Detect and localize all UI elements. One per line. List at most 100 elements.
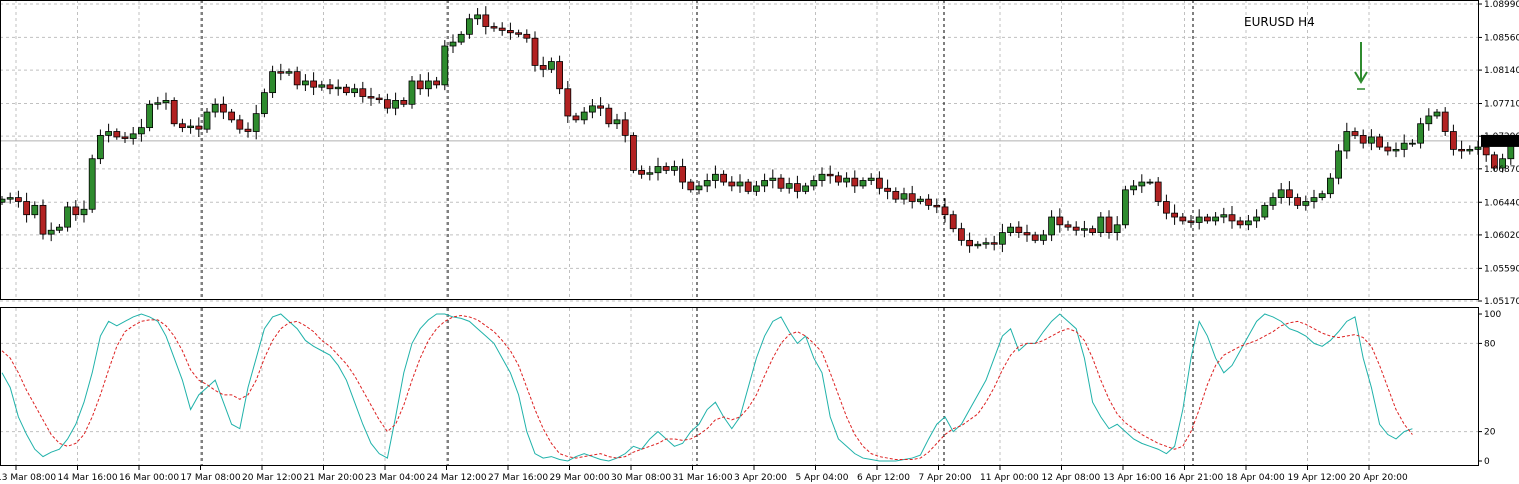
candle-body (1195, 216, 1203, 223)
candle-body (162, 100, 170, 104)
candle-body (154, 102, 162, 105)
candle-body (835, 175, 842, 183)
candle-body (47, 229, 55, 235)
y-axis-ticks: 1.089901.085601.081401.077101.072901.068… (1478, 0, 1519, 467)
candle-body (1433, 111, 1441, 117)
candle-body (785, 183, 793, 189)
candle-body (1441, 111, 1449, 132)
candle-body (178, 123, 186, 129)
candle-body (433, 80, 441, 86)
candle-body (1187, 220, 1195, 223)
candle-body (187, 125, 195, 129)
candle-body (1179, 216, 1187, 222)
candle-body (826, 173, 834, 177)
candle-body (219, 103, 227, 113)
candle-body (687, 181, 695, 191)
candle-body (859, 180, 867, 187)
x-tick-label: 6 Apr 12:00 (857, 473, 910, 483)
candle-body (506, 30, 514, 34)
candle-body (408, 80, 416, 105)
candle-body (23, 201, 31, 216)
price-y-tick-label: 1.06020 (1484, 231, 1519, 241)
x-tick-label: 21 Mar 20:00 (304, 473, 364, 483)
candle-body (1450, 131, 1457, 150)
candle-body (318, 84, 326, 88)
candle-body (1482, 146, 1490, 156)
candle-body (1269, 197, 1277, 206)
price-y-tick-label: 1.06870 (1484, 165, 1519, 175)
stoch-y-tick-label: 0 (1484, 457, 1490, 467)
candle-body (1286, 189, 1293, 198)
candle-body (137, 127, 145, 135)
candle-body (1048, 216, 1055, 236)
current-price-value: 1.07229 (1483, 137, 1519, 147)
candle-body (1261, 204, 1269, 218)
candle-body (1310, 197, 1318, 202)
price-y-tick-label: 1.08990 (1484, 0, 1519, 10)
candle-body (1376, 136, 1383, 148)
candle-body (392, 100, 400, 109)
candle-body (597, 105, 604, 109)
candle-body (933, 204, 941, 208)
candle-body (105, 131, 112, 136)
candle-body (966, 239, 973, 247)
candle-body (416, 80, 424, 90)
candle-body (1245, 220, 1252, 226)
candle-body (646, 172, 654, 175)
candle-body (1302, 201, 1310, 206)
candle-body (244, 128, 252, 132)
candle-body (1220, 214, 1228, 218)
candle-body (999, 232, 1006, 245)
x-tick-label: 29 Mar 00:00 (550, 473, 610, 483)
candle-body (1089, 228, 1096, 233)
candle-body (482, 14, 490, 27)
candle-body (1253, 216, 1260, 222)
candle-body (753, 185, 760, 192)
candle-body (892, 190, 900, 200)
candle-body (876, 177, 883, 189)
stoch-y-tick-label: 80 (1484, 339, 1496, 349)
candle-body (72, 206, 80, 216)
candle-body (326, 84, 334, 90)
x-tick-label: 27 Mar 16:00 (488, 473, 548, 483)
stoch-y-tick-label: 20 (1484, 428, 1496, 438)
candle-body (1425, 115, 1433, 125)
candle-body (1056, 216, 1064, 226)
candle-body (310, 80, 318, 88)
price-y-tick-label: 1.05590 (1484, 264, 1519, 274)
candle-body (654, 166, 662, 174)
x-tick-label: 5 Apr 04:00 (796, 473, 849, 483)
candle-body (400, 100, 408, 105)
price-y-tick-label: 1.08560 (1484, 33, 1519, 43)
x-tick-label: 7 Apr 20:00 (919, 473, 972, 483)
chart-canvas[interactable]: 1.089901.085601.081401.077101.072901.068… (0, 0, 1519, 484)
candle-body (252, 113, 260, 132)
x-tick-label: 17 Mar 08:00 (181, 473, 241, 483)
candle-body (490, 26, 498, 29)
stochastic-series (1, 313, 1413, 462)
candle-body (1097, 216, 1105, 233)
x-tick-label: 3 Apr 20:00 (734, 473, 787, 483)
candle-body (630, 134, 637, 171)
candle-body (383, 99, 391, 109)
candle-body (359, 88, 367, 97)
current-price-label: 1.07229 (1481, 134, 1519, 147)
candle-body (424, 80, 432, 90)
x-tick-label: 14 Mar 16:00 (58, 473, 118, 483)
candle-body (695, 185, 703, 191)
candle-body (6, 197, 14, 200)
candle-body (810, 180, 818, 187)
candle-body (679, 166, 686, 183)
candle-body (548, 61, 555, 70)
candle-body (1171, 212, 1178, 218)
candle-body (1023, 232, 1031, 236)
candle-body (375, 97, 383, 101)
candle-body (351, 88, 359, 94)
candle-body (1163, 201, 1170, 214)
candle-body (146, 103, 154, 129)
candle-body (170, 100, 178, 125)
candle-body (301, 80, 309, 86)
candle-body (925, 198, 932, 206)
candle-body (1113, 224, 1121, 233)
stochastic-line (1, 313, 1413, 462)
